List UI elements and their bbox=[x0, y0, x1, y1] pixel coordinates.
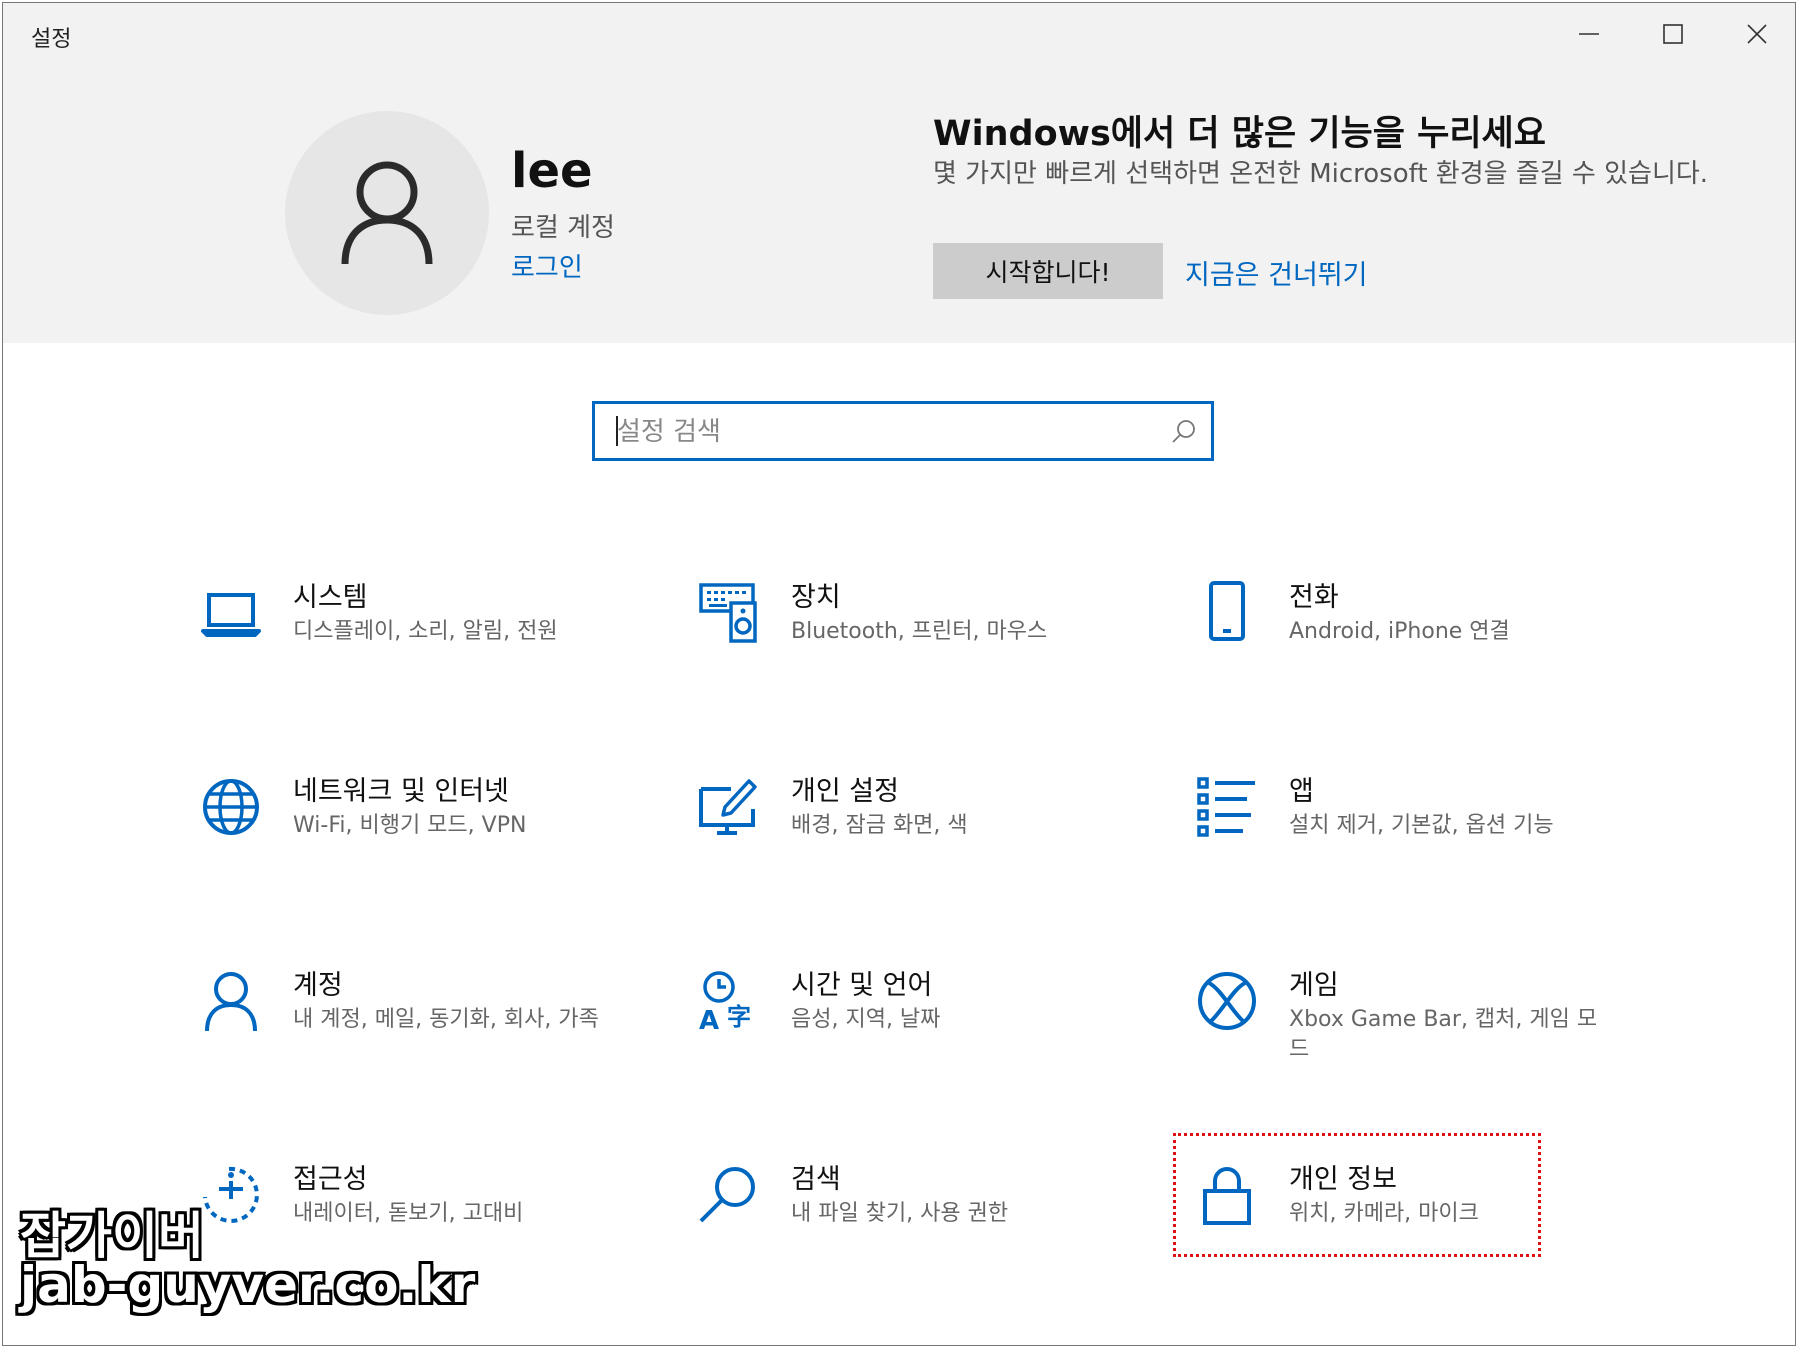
category-network[interactable]: 네트워크 및 인터넷 Wi-Fi, 비행기 모드, VPN bbox=[199, 775, 639, 915]
search-box[interactable] bbox=[592, 401, 1214, 461]
devices-icon bbox=[699, 583, 757, 643]
title-bar: 설정 bbox=[3, 3, 1795, 65]
user-name: lee bbox=[511, 143, 593, 199]
person-icon bbox=[341, 161, 433, 265]
category-personalization[interactable]: 개인 설정 배경, 잠금 화면, 색 bbox=[697, 775, 1137, 915]
category-description: 내 계정, 메일, 동기화, 회사, 가족 bbox=[293, 1007, 599, 1032]
promo-description: 몇 가지만 빠르게 선택하면 온전한 Microsoft 환경을 즐길 수 있습… bbox=[933, 159, 1709, 189]
category-time-language[interactable]: A 字 시간 및 언어 음성, 지역, 날짜 bbox=[697, 969, 1137, 1109]
xbox-icon bbox=[1198, 972, 1256, 1030]
category-gaming[interactable]: 게임 Xbox Game Bar, 캡처, 게임 모드 bbox=[1195, 969, 1635, 1109]
category-description: 내레이터, 돋보기, 고대비 bbox=[293, 1201, 524, 1226]
login-link[interactable]: 로그인 bbox=[511, 247, 583, 284]
category-name: 접근성 bbox=[293, 1164, 368, 1195]
category-phone[interactable]: 전화 Android, iPhone 연결 bbox=[1195, 581, 1635, 721]
category-description: 디스플레이, 소리, 알림, 전원 bbox=[293, 619, 558, 644]
category-apps[interactable]: 앱 설치 제거, 기본값, 옵션 기능 bbox=[1195, 775, 1635, 915]
category-name: 앱 bbox=[1289, 776, 1314, 807]
window-title: 설정 bbox=[31, 27, 72, 52]
apps-list-icon bbox=[1197, 777, 1255, 837]
search-input[interactable] bbox=[615, 410, 1159, 454]
category-name: 개인 설정 bbox=[791, 776, 899, 807]
text-caret bbox=[616, 416, 618, 446]
category-description: Android, iPhone 연결 bbox=[1289, 619, 1510, 644]
minimize-button[interactable] bbox=[1547, 3, 1631, 65]
category-description: Xbox Game Bar, 캡처, 게임 모드 bbox=[1289, 1007, 1598, 1062]
category-name: 네트워크 및 인터넷 bbox=[293, 776, 509, 807]
maximize-button[interactable] bbox=[1631, 3, 1715, 65]
svg-text:A: A bbox=[699, 1006, 719, 1033]
phone-icon bbox=[1209, 581, 1245, 641]
globe-icon bbox=[203, 779, 259, 835]
category-name: 전화 bbox=[1289, 582, 1339, 613]
skip-link[interactable]: 지금은 건너뛰기 bbox=[1185, 253, 1367, 292]
avatar[interactable] bbox=[285, 111, 489, 315]
category-system[interactable]: 시스템 디스플레이, 소리, 알림, 전원 bbox=[199, 581, 639, 721]
close-button[interactable] bbox=[1715, 3, 1795, 65]
category-description: 음성, 지역, 날짜 bbox=[791, 1007, 941, 1032]
category-search[interactable]: 검색 내 파일 찾기, 사용 권한 bbox=[697, 1163, 1137, 1303]
laptop-icon bbox=[201, 593, 261, 637]
category-description: 설치 제거, 기본값, 옵션 기능 bbox=[1289, 813, 1554, 838]
personalization-icon bbox=[699, 779, 757, 835]
category-name: 계정 bbox=[293, 970, 343, 1001]
category-description: Wi-Fi, 비행기 모드, VPN bbox=[293, 813, 527, 838]
category-description: 배경, 잠금 화면, 색 bbox=[791, 813, 968, 838]
time-language-icon: A 字 bbox=[699, 971, 751, 1033]
start-button[interactable]: 시작합니다! bbox=[933, 243, 1163, 299]
category-name: 시간 및 언어 bbox=[791, 970, 933, 1001]
minimize-icon bbox=[1579, 33, 1599, 35]
privacy-highlight-box bbox=[1173, 1133, 1541, 1257]
category-name: 게임 bbox=[1289, 970, 1339, 1001]
accessibility-icon bbox=[203, 1166, 259, 1223]
category-name: 시스템 bbox=[293, 582, 368, 613]
category-name: 검색 bbox=[791, 1164, 841, 1195]
category-description: Bluetooth, 프린터, 마우스 bbox=[791, 619, 1048, 644]
category-accounts[interactable]: 계정 내 계정, 메일, 동기화, 회사, 가족 bbox=[199, 969, 639, 1109]
maximize-icon bbox=[1663, 24, 1683, 44]
header-banner: lee 로컬 계정 로그인 Windows에서 더 많은 기능을 누리세요 몇 … bbox=[3, 65, 1795, 343]
svg-text:字: 字 bbox=[727, 1003, 751, 1031]
category-devices[interactable]: 장치 Bluetooth, 프린터, 마우스 bbox=[697, 581, 1137, 721]
account-icon bbox=[205, 972, 257, 1032]
magnifier-icon bbox=[699, 1167, 755, 1223]
category-description: 내 파일 찾기, 사용 권한 bbox=[791, 1201, 1009, 1226]
account-type-label: 로컬 계정 bbox=[511, 213, 615, 243]
settings-window: 설정 lee 로컬 계정 로그인 Windows에서 더 많은 기능을 누리세요… bbox=[2, 2, 1796, 1346]
watermark-url: jab-guyver.co.kr bbox=[20, 1256, 476, 1314]
close-icon bbox=[1747, 24, 1767, 44]
promo-title: Windows에서 더 많은 기능을 누리세요 bbox=[933, 114, 1546, 154]
search-icon[interactable] bbox=[1171, 418, 1197, 444]
category-name: 장치 bbox=[791, 582, 841, 613]
